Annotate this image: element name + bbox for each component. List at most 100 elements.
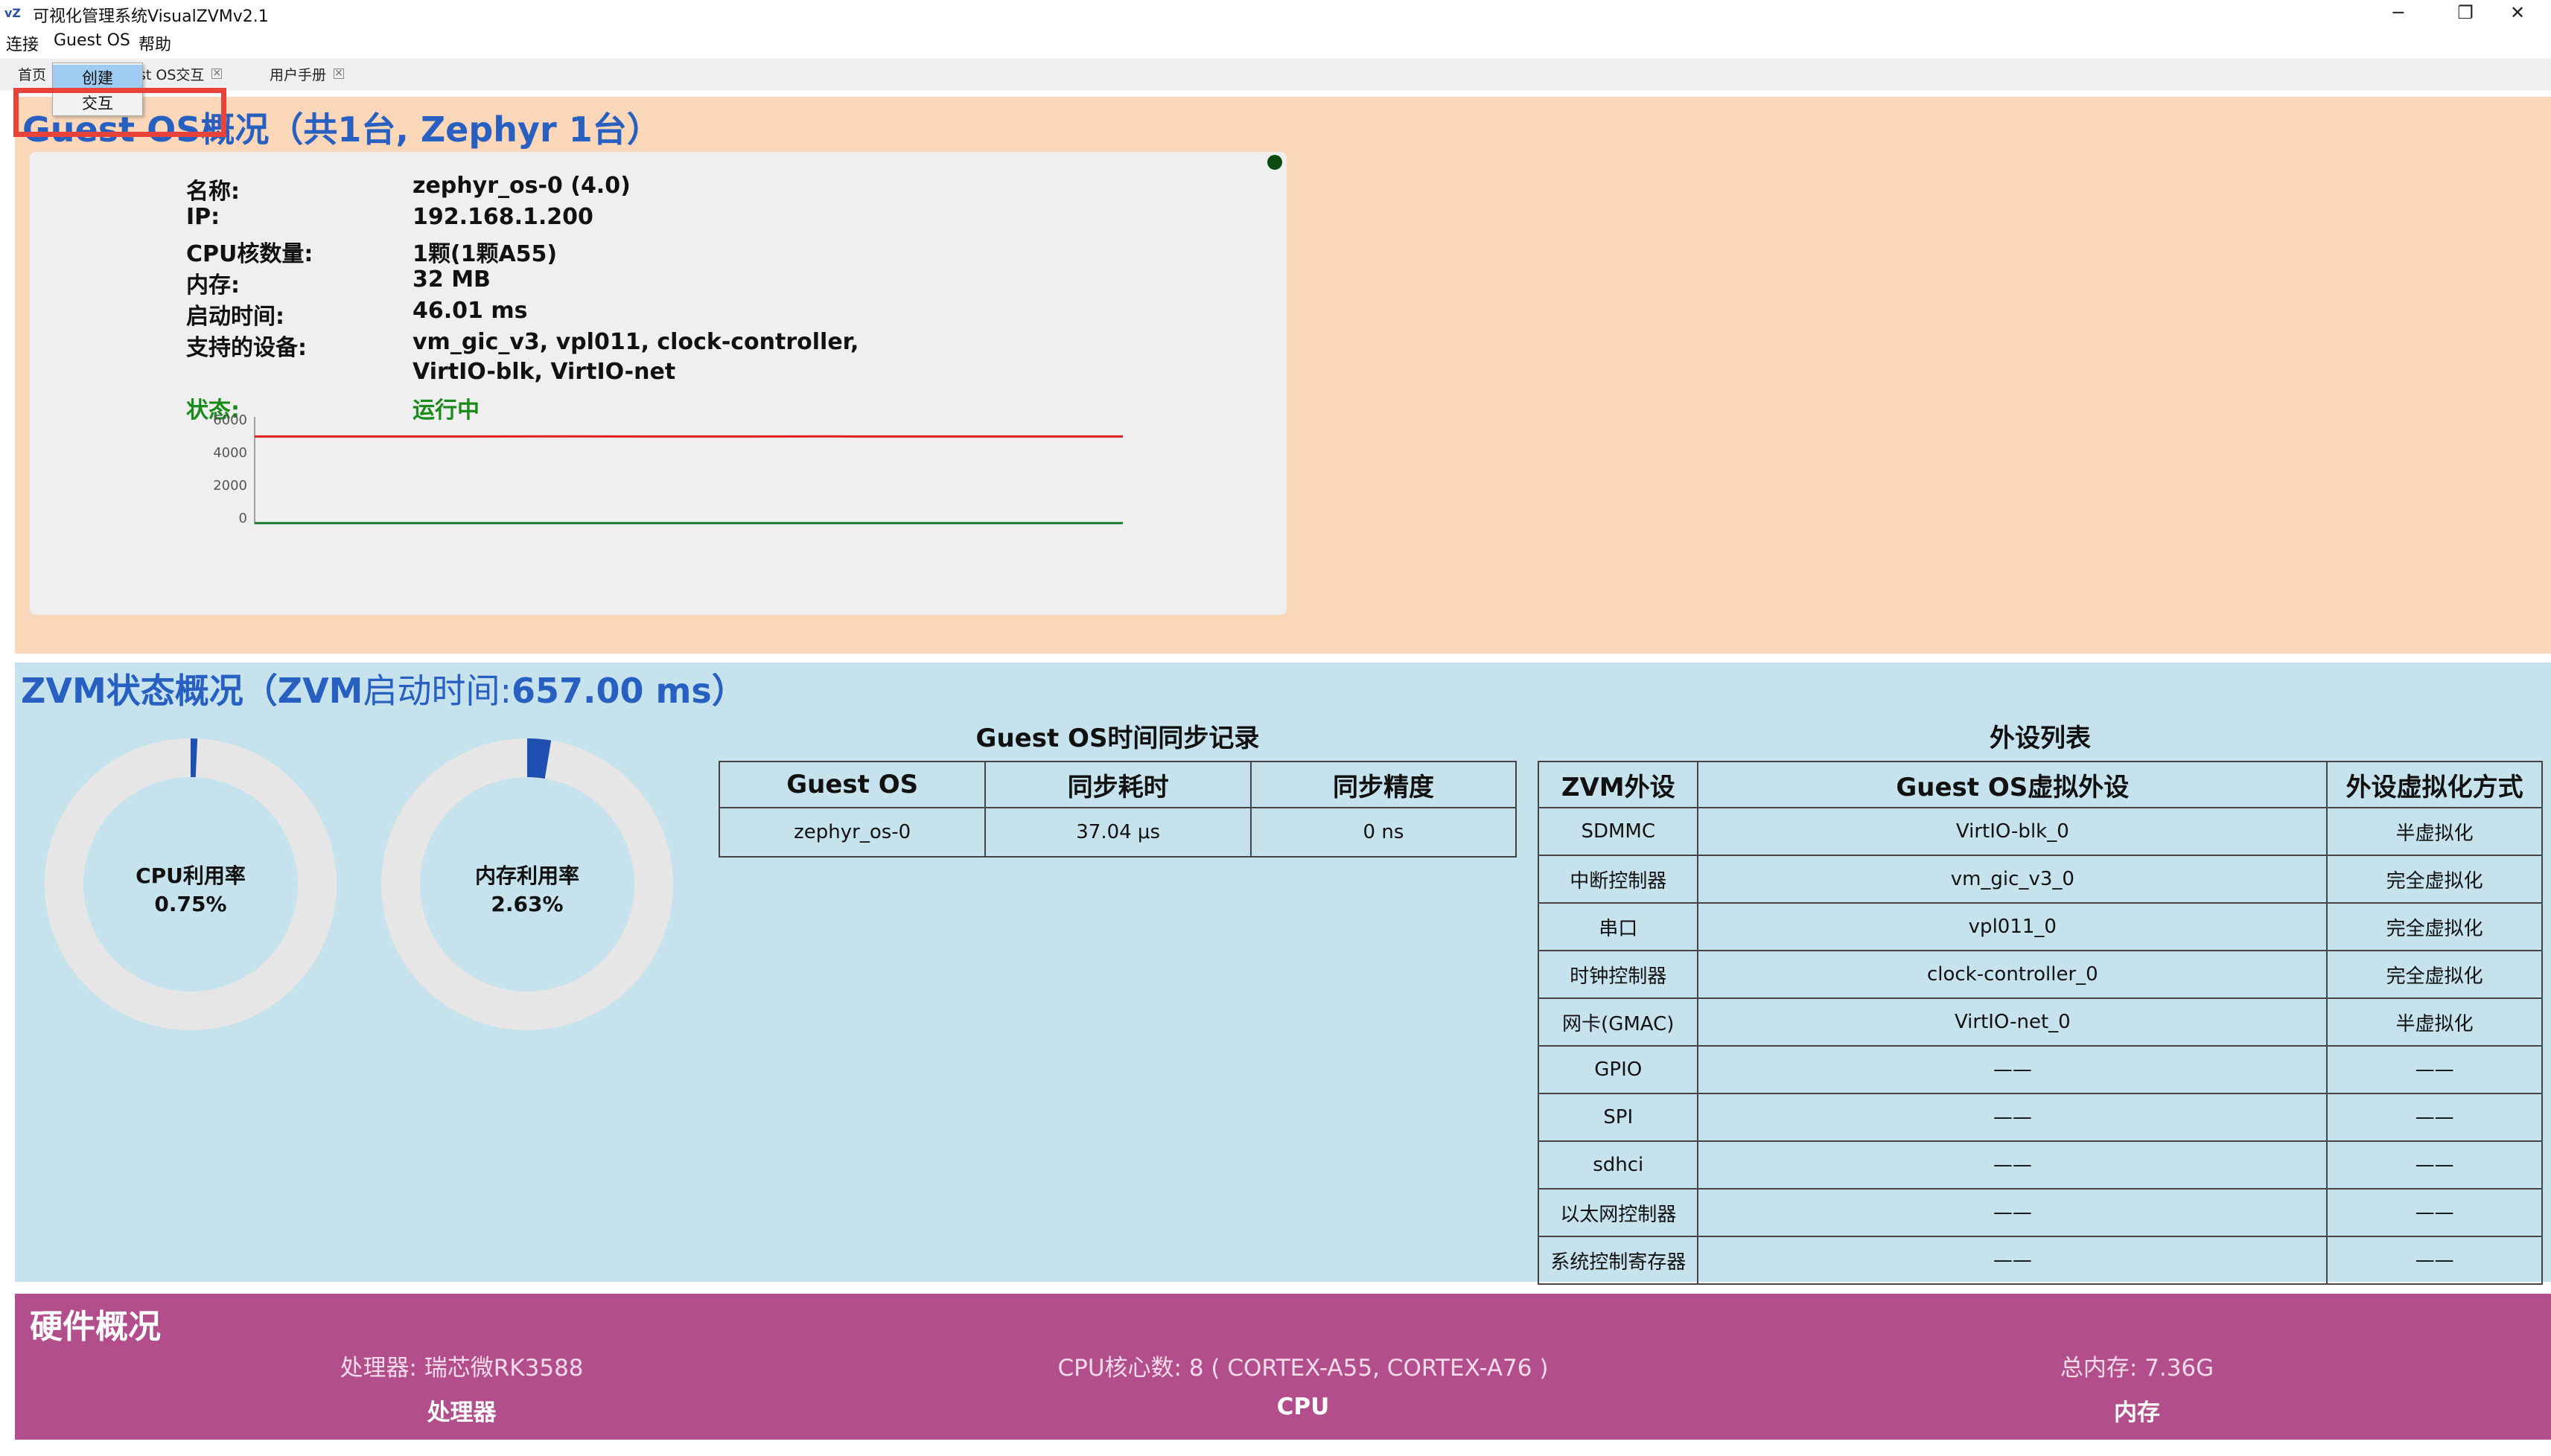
- menu-connect[interactable]: 连接: [6, 31, 39, 55]
- zvm-title-part2: 启动时间:: [363, 671, 512, 711]
- table-cell: 系统控制寄存器: [1537, 1236, 1699, 1285]
- dropdown-item-create[interactable]: 创建: [53, 65, 142, 90]
- table-header: ZVM外设: [1537, 761, 1699, 808]
- table-header: Guest OS: [718, 761, 987, 808]
- boot-time-label: 启动时间:: [186, 304, 284, 330]
- tab-home[interactable]: 首页: [10, 58, 54, 89]
- table-cell: 串口: [1537, 902, 1699, 951]
- tab-bar: 首页 st OS交互 × 用户手册 ×: [0, 58, 2551, 91]
- sync-table-title: Guest OS时间同步记录: [975, 724, 1260, 753]
- table-row: SPI —— ——: [1537, 1093, 2543, 1142]
- table-row: 系统控制寄存器 —— ——: [1537, 1236, 2543, 1285]
- window-title: 可视化管理系统VisualZVMv2.1: [33, 7, 269, 26]
- table-header: 外设虚拟化方式: [2326, 761, 2543, 808]
- table-header-row: Guest OS 同步耗时 同步精度: [718, 761, 1517, 808]
- table-row: SDMMC VirtIO-blk_0 半虚拟化: [1537, 807, 2543, 856]
- hw-cpu-cores: CPU核心数: 8 ( CORTEX-A55, CORTEX-A76 ): [1057, 1355, 1549, 1382]
- ip-label: IP:: [186, 204, 220, 230]
- table-header: Guest OS虚拟外设: [1697, 761, 2328, 808]
- table-cell: ——: [1697, 1093, 2328, 1142]
- hw-label-memory: 内存: [2114, 1399, 2160, 1426]
- memory-label: 内存:: [186, 272, 240, 298]
- hw-label-cpu: CPU: [1276, 1393, 1330, 1420]
- table-row: sdhci —— ——: [1537, 1140, 2543, 1190]
- resource-chart: [254, 417, 1123, 525]
- hw-processor: 处理器: 瑞芯微RK3588: [340, 1355, 584, 1382]
- table-cell: 时钟控制器: [1537, 950, 1699, 999]
- guest-os-card: 名称: zephyr_os-0 (4.0) IP: 192.168.1.200 …: [30, 152, 1287, 734]
- menu-bar: 连接 Guest OS 帮助: [0, 25, 2551, 57]
- table-header: 同步耗时: [984, 761, 1252, 808]
- tab-home-label: 首页: [18, 66, 47, 83]
- table-cell: 37.04 μs: [984, 807, 1252, 858]
- tab-manual-label: 用户手册: [270, 66, 327, 83]
- table-row: GPIO —— ——: [1537, 1045, 2543, 1094]
- name-value: zephyr_os-0 (4.0): [413, 173, 631, 199]
- highlight-annotation-box: [13, 88, 226, 137]
- app-logo-icon: vZ: [4, 6, 22, 20]
- close-tab-icon[interactable]: ×: [211, 68, 223, 79]
- cpu-usage-label: CPU利用率: [136, 863, 246, 888]
- devices-value: vm_gic_v3, vpl011, clock-controller,: [413, 329, 859, 355]
- hw-label-processor: 处理器: [427, 1399, 497, 1426]
- table-row: zephyr_os-0 37.04 μs 0 ns: [718, 807, 1517, 858]
- table-header: 同步精度: [1249, 761, 1517, 808]
- tab-user-manual[interactable]: 用户手册 ×: [262, 58, 352, 89]
- table-cell: 以太网控制器: [1537, 1188, 1699, 1237]
- table-cell: 中断控制器: [1537, 855, 1699, 904]
- zvm-title: ZVM状态概况（ZVM启动时间:657.00 ms）: [21, 664, 746, 713]
- table-cell: 0 ns: [1249, 807, 1517, 858]
- minimize-button[interactable]: ─: [2365, 0, 2432, 25]
- table-cell: ——: [2326, 1236, 2543, 1285]
- device-table: ZVM外设 Guest OS虚拟外设 外设虚拟化方式 SDMMC VirtIO-b…: [1537, 761, 2543, 1285]
- table-cell: SDMMC: [1537, 807, 1699, 856]
- devices-label: 支持的设备:: [186, 335, 307, 361]
- close-tab-icon[interactable]: ×: [334, 68, 345, 79]
- name-label: 名称:: [186, 179, 240, 205]
- table-cell: ——: [1697, 1045, 2328, 1094]
- zvm-title-part3: 657.00 ms）: [511, 671, 746, 711]
- table-header-row: ZVM外设 Guest OS虚拟外设 外设虚拟化方式: [1537, 761, 2543, 808]
- table-row: 网卡(GMAC) VirtIO-net_0 半虚拟化: [1537, 997, 2543, 1047]
- table-cell: ——: [2326, 1140, 2543, 1190]
- tab-guest-os-interact[interactable]: st OS交互 ×: [131, 58, 230, 89]
- title-bar: vZ 可视化管理系统VisualZVMv2.1 ─ ❐ ✕: [0, 0, 2551, 26]
- table-cell: 网卡(GMAC): [1537, 997, 1699, 1047]
- table-cell: clock-controller_0: [1697, 950, 2328, 999]
- table-cell: ——: [1697, 1236, 2328, 1285]
- table-cell: ——: [2326, 1045, 2543, 1094]
- close-button[interactable]: ✕: [2484, 0, 2551, 25]
- table-row: 时钟控制器 clock-controller_0 完全虚拟化: [1537, 950, 2543, 999]
- devices-value-2: VirtIO-blk, VirtIO-net: [413, 359, 676, 385]
- menu-guest-os[interactable]: Guest OS: [54, 31, 130, 50]
- table-row: 串口 vpl011_0 完全虚拟化: [1537, 902, 2543, 951]
- table-cell: sdhci: [1537, 1140, 1699, 1190]
- table-cell: ——: [2326, 1188, 2543, 1237]
- ip-value: 192.168.1.200: [413, 204, 593, 230]
- table-cell: SPI: [1537, 1093, 1699, 1142]
- device-table-title: 外设列表: [1990, 724, 2091, 753]
- table-row: 中断控制器 vm_gic_v3_0 完全虚拟化: [1537, 855, 2543, 904]
- table-row: 以太网控制器 —— ——: [1537, 1188, 2543, 1237]
- cpu-usage-value: 0.75%: [154, 892, 227, 916]
- menu-help[interactable]: 帮助: [138, 31, 171, 55]
- table-cell: 完全虚拟化: [2326, 950, 2543, 999]
- table-cell: ——: [2326, 1093, 2543, 1142]
- table-cell: ——: [1697, 1140, 2328, 1190]
- sync-table: Guest OS 同步耗时 同步精度 zephyr_os-0 37.04 μs …: [718, 761, 1517, 858]
- status-dot-icon: [1267, 155, 1282, 170]
- hardware-overview: 硬件概况 处理器: 瑞芯微RK3588 CPU核心数: 8 ( CORTEX-A…: [15, 1294, 2551, 1440]
- cpu-cores-value: 1颗(1颗A55): [413, 241, 558, 267]
- table-cell: zephyr_os-0: [718, 807, 987, 858]
- table-cell: ——: [1697, 1188, 2328, 1237]
- table-cell: vm_gic_v3_0: [1697, 855, 2328, 904]
- table-cell: GPIO: [1537, 1045, 1699, 1094]
- hw-memory: 总内存: 7.36G: [2060, 1355, 2214, 1382]
- zvm-title-part1: ZVM状态概况（ZVM: [21, 671, 363, 711]
- mem-usage-label: 内存利用率: [474, 863, 579, 888]
- memory-value: 32 MB: [413, 266, 491, 293]
- hw-title: 硬件概况: [30, 1308, 161, 1346]
- cpu-cores-label: CPU核数量:: [186, 241, 313, 267]
- boot-time-value: 46.01 ms: [413, 298, 528, 324]
- mem-usage-value: 2.63%: [491, 892, 564, 916]
